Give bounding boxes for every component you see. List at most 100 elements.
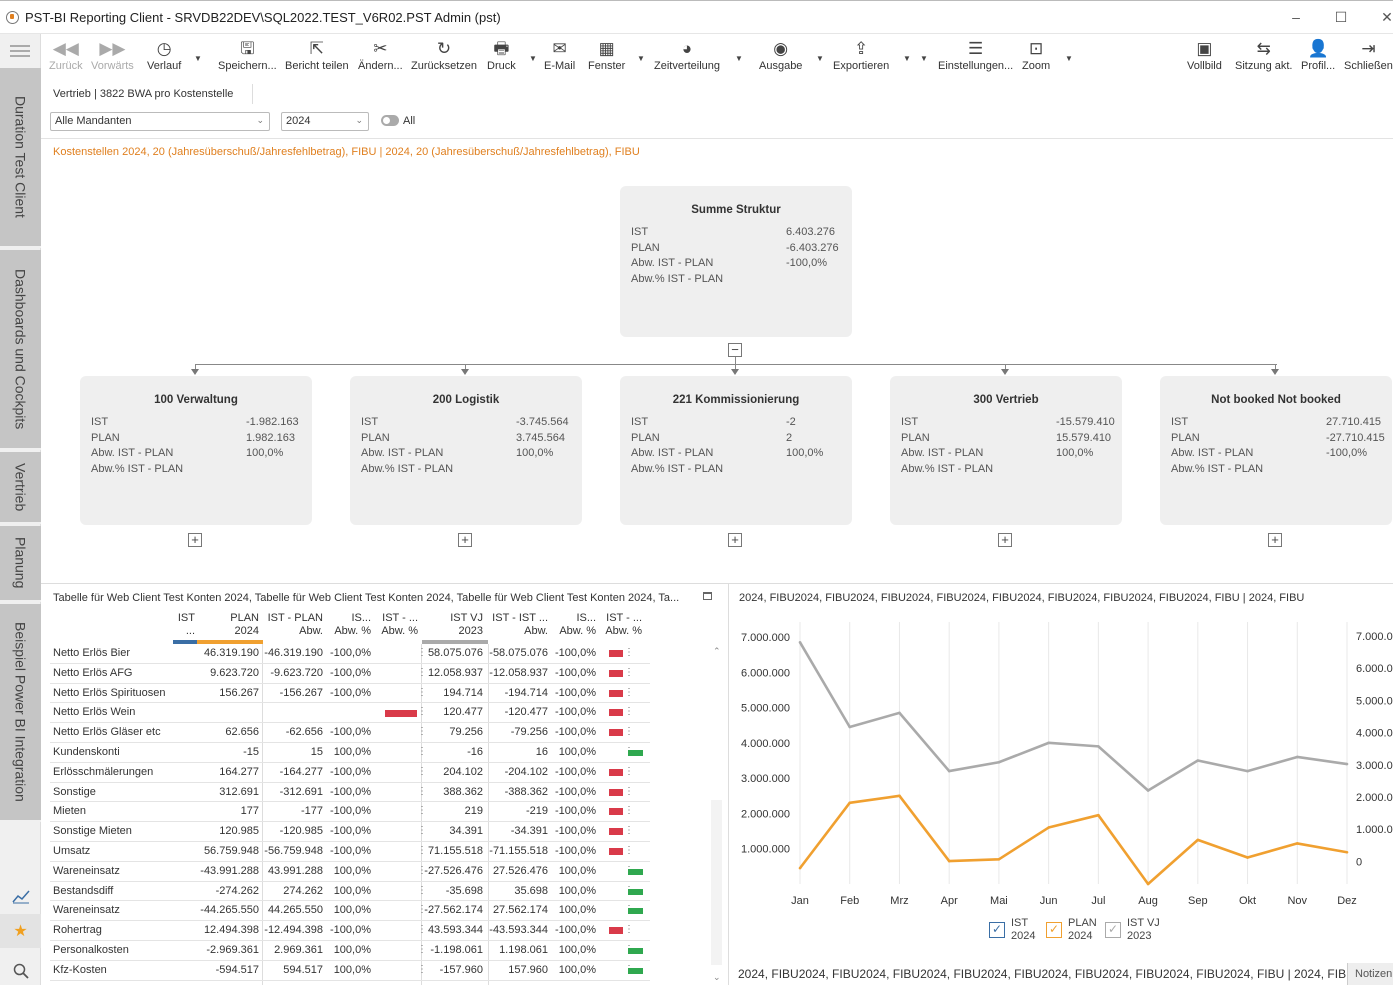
time-dropdown-icon[interactable]: ▼	[735, 54, 743, 63]
table-row[interactable]: Personalkosten -2.969.361 2.969.361 100,0% -…	[50, 941, 650, 961]
column-header[interactable]: IST...	[125, 612, 195, 638]
table-row[interactable]: Erlösschmälerungen 164.277 -164.277 -100,0%…	[50, 763, 650, 783]
zoom-button[interactable]: ⊡ Zoom	[1022, 38, 1050, 72]
email-button[interactable]: ✉ E-Mail	[544, 38, 575, 72]
table-row[interactable]: Netto Erlös Gläser etc 62.656 -62.656 -100,…	[50, 723, 650, 743]
y-tick-label-right: 5.000.0	[1356, 695, 1393, 707]
minimize-button[interactable]: –	[1286, 9, 1306, 25]
expand-icon[interactable]: +	[188, 533, 202, 547]
legend-checkbox[interactable]: ✓	[1046, 922, 1062, 938]
table-row[interactable]: Sonstige Mieten 120.985 -120.985 -100,0% 34.…	[50, 822, 650, 842]
expand-icon[interactable]: +	[458, 533, 472, 547]
close-report-button[interactable]: ⇥ Schließen	[1344, 38, 1393, 72]
column-header[interactable]: IST - ... Abw. %	[572, 612, 642, 638]
window-dropdown-icon[interactable]: ▼	[637, 54, 645, 63]
export-dropdown-icon[interactable]: ▼	[903, 54, 911, 63]
tree-node-root[interactable]: Summe Struktur IST 6.403.276 PLAN -6.403.276…	[620, 186, 852, 337]
table-row[interactable]: Bestandsdiff -274.262 274.262 100,0% -35.698…	[50, 882, 650, 902]
column-header[interactable]: IST VJ 2023	[413, 612, 483, 638]
scroll-down-icon[interactable]: ⌄	[713, 972, 721, 983]
notes-tab[interactable]: Notizen	[1347, 963, 1393, 985]
sidebar-tab-dashboards[interactable]: Dashboards und Cockpits	[0, 250, 41, 450]
reset-button[interactable]: ↻ Zurücksetzen	[411, 38, 477, 72]
maximize-button[interactable]: ☐	[1331, 9, 1351, 26]
legend-item[interactable]: ✓ IST 2024	[989, 917, 1035, 943]
back-button[interactable]: ◀◀ Zurück	[49, 38, 83, 72]
tree-node-child[interactable]: 300 Vertrieb IST -15.579.410 PLAN 15.579.410…	[890, 376, 1122, 525]
window-button[interactable]: ▦ Fenster	[588, 38, 625, 72]
save-button[interactable]: 🖫 Speichern...	[218, 38, 277, 72]
table-row[interactable]: Netto Erlös AFG 9.623.720 -9.623.720 -100,0…	[50, 664, 650, 684]
scrollbar-track[interactable]	[711, 800, 722, 965]
table-row[interactable]: Kundenskonti-1515100,0%-1616100,0%⋮⋮	[50, 743, 650, 763]
history-button[interactable]: ◷ Verlauf	[147, 38, 181, 72]
share-report-button[interactable]: ⇱ Bericht teilen	[285, 38, 349, 72]
legend-checkbox[interactable]: ✓	[1105, 922, 1121, 938]
table-row[interactable]: Netto Erlös Wein 120.477 -120.477 -100,0% ⋮ ⋮	[50, 703, 650, 724]
column-header[interactable]: PLAN 2024	[189, 612, 259, 638]
data-point	[1246, 856, 1249, 859]
hamburger-menu-icon[interactable]	[8, 42, 32, 62]
deviation-bar-negative	[609, 709, 623, 717]
sidebar-tab-vertrieb[interactable]: Vertrieb	[0, 452, 41, 524]
scrollbar-thumb[interactable]	[711, 660, 722, 800]
sidebar-tab-powerbi[interactable]: Beispiel Power BI Integration	[0, 604, 41, 822]
all-toggle[interactable]	[381, 115, 399, 126]
output-button[interactable]: ◉ Ausgabe	[759, 38, 802, 72]
expand-icon[interactable]: +	[728, 533, 742, 547]
chart-icon[interactable]	[0, 879, 41, 913]
time-distribution-button[interactable]: ◕ Zeitverteilung	[654, 38, 720, 72]
report-breadcrumb[interactable]: Kostenstellen 2024, 20 (Jahresüberschuß/…	[53, 146, 640, 158]
table-row[interactable]: Mieten 177 -177 -100,0% 219 -219 -100,0% ⋮ ⋮	[50, 802, 650, 823]
expand-icon[interactable]: +	[998, 533, 1012, 547]
tree-node-child[interactable]: 200 Logistik IST -3.745.564 PLAN 3.745.564 Ab…	[350, 376, 582, 525]
settings-button[interactable]: ☰ Einstellungen...	[938, 38, 1013, 72]
legend-item[interactable]: ✓ PLAN 2024	[1046, 917, 1097, 943]
table-row[interactable]: Wareneinsatz -43.991.288 43.991.288 100,0% -…	[50, 862, 650, 882]
scroll-up-icon[interactable]: ⌃	[713, 646, 721, 657]
refresh-session-button[interactable]: ⇆ Sitzung akt.	[1235, 38, 1292, 72]
forward-button[interactable]: ▶▶ Vorwärts	[91, 38, 134, 72]
profile-button[interactable]: 👤 Profil...	[1301, 38, 1335, 72]
search-icon[interactable]	[0, 954, 41, 985]
more-dropdown-icon[interactable]: ▼	[920, 54, 928, 63]
legend-checkbox[interactable]: ✓	[989, 922, 1005, 938]
zoom-dropdown-icon[interactable]: ▼	[1065, 54, 1073, 63]
print-button[interactable]: 🖶 Druck	[487, 38, 516, 72]
cell-marker: ⋮	[624, 805, 634, 817]
output-dropdown-icon[interactable]: ▼	[816, 54, 824, 63]
table-row[interactable]: Wareneinsatz -44.265.550 44.265.550 100,0% -…	[50, 901, 650, 922]
tree-node-child[interactable]: 221 Kommissionierung IST -2 PLAN 2 Abw. IST -…	[620, 376, 852, 525]
legend-label: IST	[1011, 917, 1029, 929]
export-button[interactable]: ⇪ Exportieren	[833, 38, 889, 72]
favorites-star-icon[interactable]: ★	[0, 914, 41, 948]
tree-node-child[interactable]: Not booked Not booked IST 27.710.415 PLAN -2…	[1160, 376, 1392, 525]
year-select[interactable]: 2024 ⌄	[281, 112, 369, 131]
table-row[interactable]: Rohertrag 12.494.398 -12.494.398 -100,0% 43.…	[50, 921, 650, 941]
history-dropdown-icon[interactable]: ▼	[194, 54, 202, 63]
legend-item[interactable]: ✓ IST VJ 2023	[1105, 917, 1160, 943]
expand-icon[interactable]: +	[1268, 533, 1282, 547]
table-row[interactable]: Umsatz 56.759.948 -56.759.948 -100,0% 71.155…	[50, 842, 650, 862]
table-cell: -100,0%	[330, 785, 371, 798]
table-row[interactable]: Netto Erlös Bier 46.319.190 -46.319.190 -10…	[50, 644, 650, 664]
table-row[interactable]: Sonstige 312.691 -312.691 -100,0% 388.362 -38…	[50, 783, 650, 803]
sidebar-tab-duration-test[interactable]: Duration Test Client	[0, 68, 41, 248]
node-row: IST -2	[631, 416, 843, 431]
sidebar-tab-planung[interactable]: Planung	[0, 526, 41, 602]
column-header[interactable]: IST - ... Abw. %	[348, 612, 418, 638]
fullscreen-button[interactable]: ▣ Vollbild	[1187, 38, 1222, 72]
y-tick-label-right: 4.000.0	[1356, 728, 1393, 740]
tree-node-child[interactable]: 100 Verwaltung IST -1.982.163 PLAN 1.982.163…	[80, 376, 312, 525]
close-window-button[interactable]: ✕	[1377, 9, 1393, 26]
table-row[interactable]: Netto Erlös Spirituosen 156.267 -156.267 -1…	[50, 684, 650, 704]
table-row[interactable]: Kfz-Kosten -594.517 594.517 100,0% -157.960 1…	[50, 961, 650, 981]
mandant-select[interactable]: Alle Mandanten ⌄	[50, 112, 270, 131]
data-point	[997, 858, 1001, 861]
y-tick-label-right: 1.000.0	[1356, 824, 1393, 836]
table-cell: 100,0%	[558, 864, 596, 877]
minimize-panel-icon[interactable]	[703, 592, 712, 600]
collapse-icon[interactable]: −	[728, 343, 742, 357]
edit-button[interactable]: ✂ Ändern...	[358, 38, 403, 72]
print-dropdown-icon[interactable]: ▼	[529, 54, 537, 63]
